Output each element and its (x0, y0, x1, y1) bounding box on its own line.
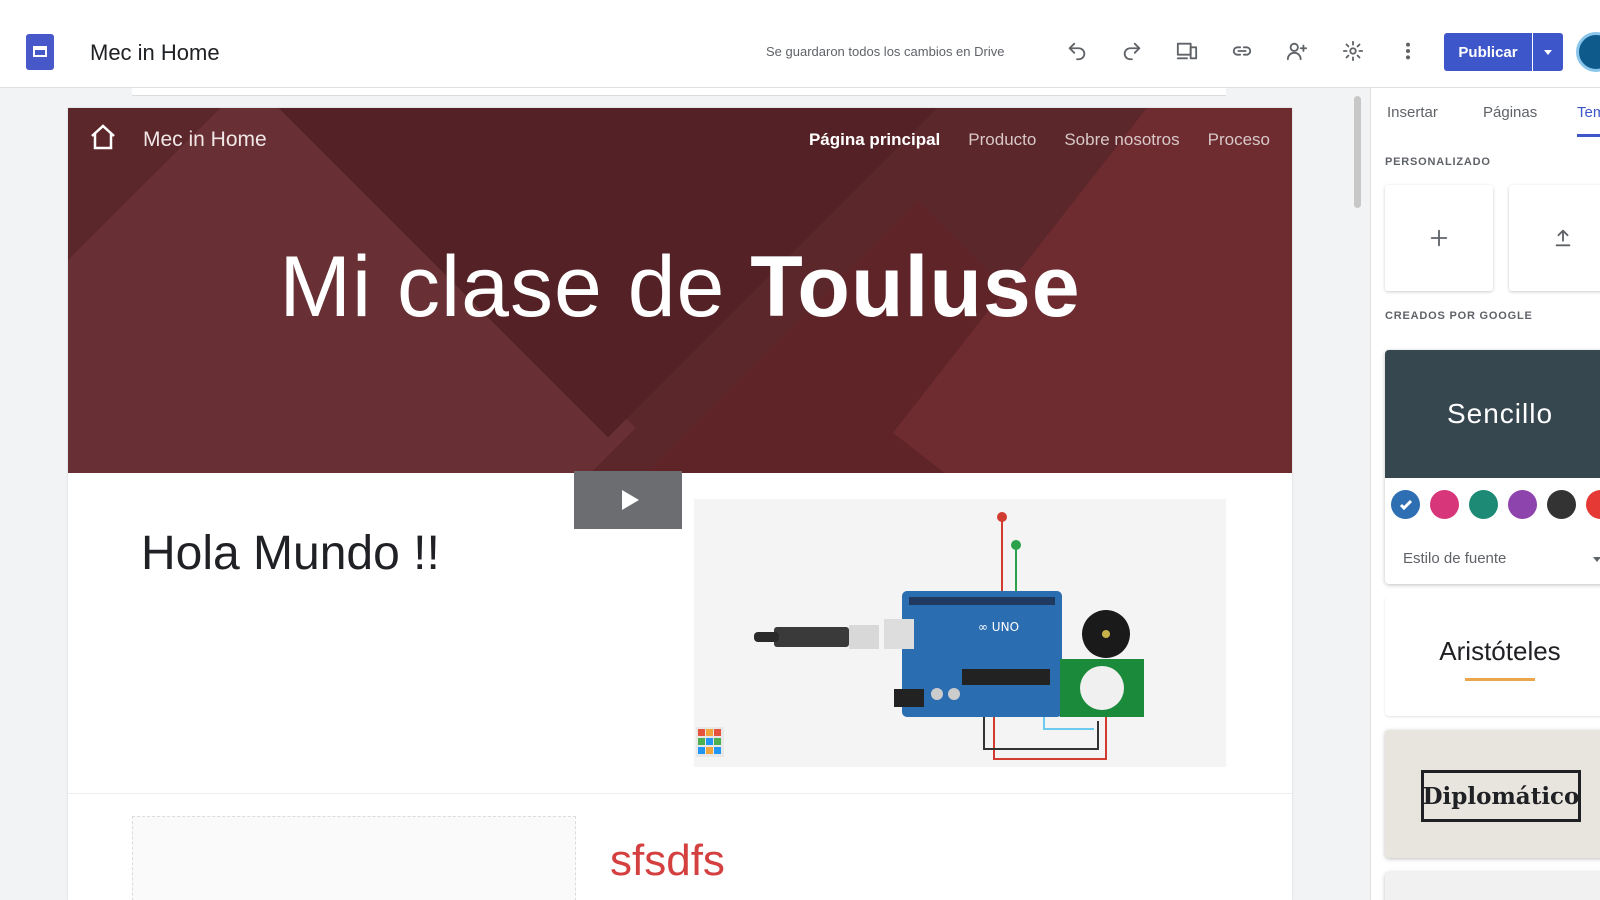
preview-devices-icon[interactable] (1170, 34, 1204, 68)
home-icon[interactable] (88, 122, 118, 152)
save-status: Se guardaron todos los cambios en Drive (766, 44, 1005, 59)
theme-aristotle-name: Aristóteles (1439, 636, 1561, 666)
hero-header[interactable]: Mec in Home Página principal Producto So… (68, 108, 1292, 473)
section-title[interactable]: Hola Mundo !! (141, 526, 440, 581)
nav-item-process[interactable]: Proceso (1208, 130, 1270, 150)
section-divider (68, 793, 1292, 794)
add-theme-button[interactable] (1385, 185, 1493, 291)
publish-options-chevron-down-icon[interactable] (1533, 33, 1563, 71)
theme-diplomatic-name: Diplomático (1421, 770, 1581, 822)
gear-icon[interactable] (1336, 34, 1370, 68)
nav-item-about[interactable]: Sobre nosotros (1064, 130, 1179, 150)
theme-card-simple[interactable]: Sencillo Estilo de fuente (1385, 350, 1600, 584)
google-themes-label: CREADOS POR GOOGLE (1385, 310, 1533, 322)
plus-icon (1430, 229, 1448, 247)
theme-card-next[interactable] (1385, 872, 1600, 900)
publish-button[interactable]: Publicar (1444, 33, 1532, 71)
hero-title-light: Mi clase de (279, 239, 751, 335)
check-icon (1399, 499, 1412, 510)
video-play-button[interactable] (574, 471, 682, 529)
document-title[interactable]: Mec in Home (90, 40, 220, 66)
content-placeholder[interactable] (132, 816, 576, 900)
theme-accent-line (1465, 678, 1535, 681)
section-subtitle[interactable]: sfsdfs (610, 836, 725, 886)
avatar[interactable] (1576, 32, 1600, 72)
theme-card-aristotle[interactable]: Aristóteles (1385, 596, 1600, 716)
upload-icon (1555, 229, 1571, 247)
redo-icon[interactable] (1115, 34, 1149, 68)
undo-icon[interactable] (1060, 34, 1094, 68)
arduino-circuit-image[interactable]: ∞ UNO (694, 499, 1226, 767)
tab-themes[interactable]: Tem (1577, 104, 1600, 121)
site-navigation: Página principal Producto Sobre nosotros… (809, 130, 1270, 150)
site-preview: Mec in Home Página principal Producto So… (68, 108, 1292, 900)
color-swatches (1391, 490, 1600, 519)
upload-theme-button[interactable] (1509, 185, 1600, 291)
color-swatch-purple[interactable] (1508, 490, 1537, 519)
hero-title[interactable]: Mi clase de Touluse (68, 238, 1292, 337)
page-ruler (132, 88, 1226, 96)
site-name[interactable]: Mec in Home (143, 128, 267, 152)
color-swatch-blue[interactable] (1391, 490, 1420, 519)
color-swatch-dark[interactable] (1547, 490, 1576, 519)
canvas-scrollbar[interactable] (1354, 96, 1361, 208)
color-swatch-teal[interactable] (1469, 490, 1498, 519)
svg-text:∞ UNO: ∞ UNO (978, 620, 1019, 634)
themes-panel: Insertar Páginas Tem PERSONALIZADO CREAD… (1370, 88, 1600, 900)
tab-pages[interactable]: Páginas (1483, 104, 1537, 121)
more-vert-icon[interactable] (1391, 34, 1425, 68)
app-bar: Mec in Home Se guardaron todos los cambi… (0, 0, 1600, 88)
nav-item-home[interactable]: Página principal (809, 130, 940, 150)
color-swatch-red[interactable] (1586, 490, 1600, 519)
link-icon[interactable] (1225, 34, 1259, 68)
hero-title-bold: Touluse (750, 239, 1081, 335)
active-tab-indicator (1577, 134, 1600, 137)
google-sites-logo-icon[interactable] (26, 34, 54, 70)
share-user-icon[interactable] (1280, 34, 1314, 68)
nav-item-product[interactable]: Producto (968, 130, 1036, 150)
custom-themes-label: PERSONALIZADO (1385, 156, 1491, 168)
font-style-select[interactable]: Estilo de fuente (1403, 550, 1506, 567)
theme-simple-name: Sencillo (1385, 350, 1600, 478)
theme-card-diplomatic[interactable]: Diplomático (1385, 730, 1600, 858)
chevron-down-icon[interactable] (1593, 557, 1600, 562)
color-swatch-pink[interactable] (1430, 490, 1459, 519)
play-icon (621, 490, 639, 510)
tab-insert[interactable]: Insertar (1387, 104, 1438, 121)
